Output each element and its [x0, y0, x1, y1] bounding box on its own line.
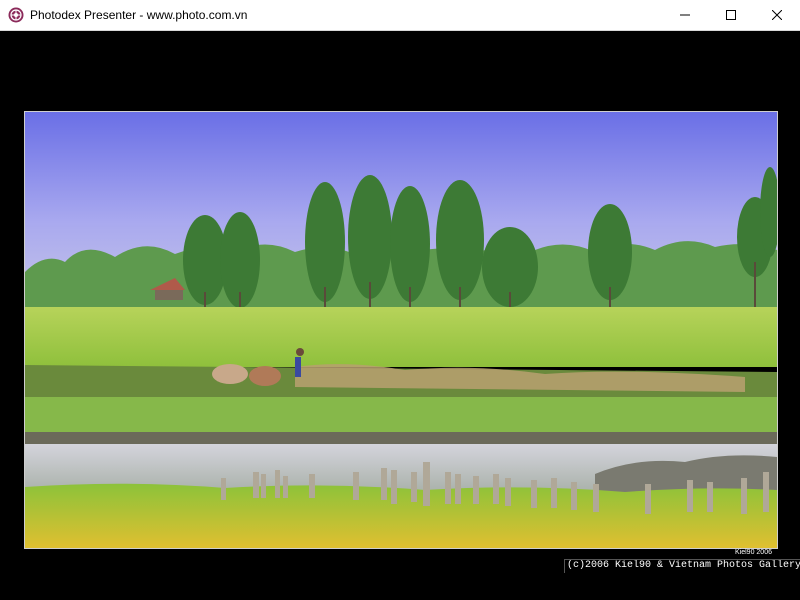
maximize-button[interactable]	[708, 0, 754, 30]
window-title: Photodex Presenter - www.photo.com.vn	[30, 8, 248, 22]
close-icon	[772, 10, 782, 20]
title-bar[interactable]: Photodex Presenter - www.photo.com.vn	[0, 0, 800, 31]
copyright-caption: (c)2006 Kiel90 & Vietnam Photos Gallery	[564, 559, 800, 573]
minimize-icon	[680, 14, 690, 16]
minimize-button[interactable]	[662, 0, 708, 30]
photo-signature: Kiel90 2006	[735, 549, 772, 556]
photodex-logo-icon	[8, 7, 24, 23]
landscape-photo	[25, 112, 777, 548]
close-button[interactable]	[754, 0, 800, 30]
slide-photo	[24, 111, 778, 549]
maximize-icon	[726, 10, 736, 20]
